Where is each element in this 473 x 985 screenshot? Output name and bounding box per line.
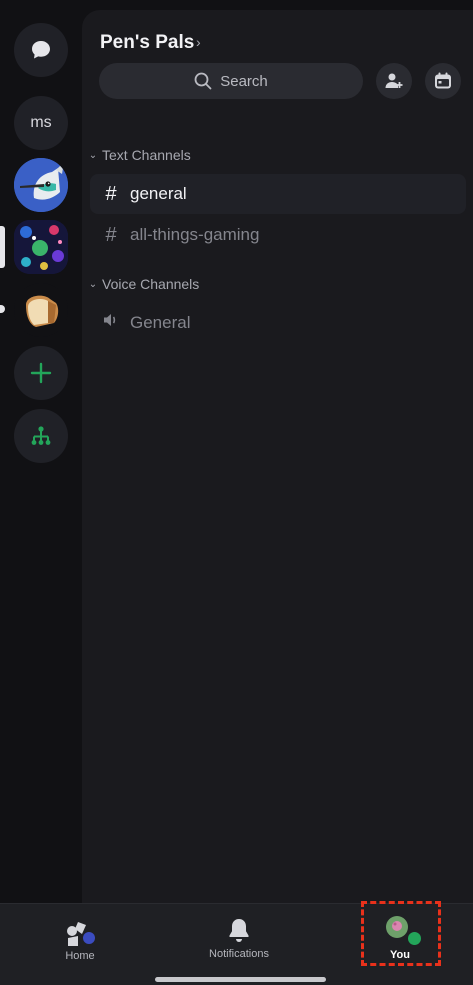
discover-servers-button[interactable] — [14, 409, 68, 463]
server-bread[interactable] — [14, 283, 68, 337]
chevron-right-icon[interactable]: › — [196, 34, 201, 50]
events-button[interactable] — [425, 63, 461, 99]
server-name[interactable]: Pen's Pals — [100, 32, 194, 54]
server-rail: ms — [0, 0, 82, 903]
category-label: Voice Channels — [102, 276, 200, 292]
bird-server-icon — [14, 158, 68, 212]
hierarchy-icon — [31, 426, 51, 445]
tab-notifications[interactable]: Notifications — [199, 904, 279, 960]
home-badge — [83, 932, 95, 944]
voice-channel-general[interactable]: General — [90, 303, 466, 343]
channel-general[interactable]: # general — [90, 174, 466, 214]
channel-panel: Pen's Pals › Search ⌄ Text Channels # ge… — [82, 10, 473, 903]
space-art-server-icon — [14, 220, 68, 274]
channel-label: General — [130, 313, 191, 332]
chevron-down-icon: ⌄ — [88, 278, 98, 290]
category-text-channels[interactable]: ⌄ Text Channels — [86, 147, 191, 163]
server-ms[interactable]: ms — [14, 96, 68, 150]
server-bird-avatar[interactable] — [14, 158, 68, 212]
tab-notifications-label: Notifications — [209, 948, 269, 960]
direct-messages-button[interactable] — [14, 23, 68, 77]
server-initials: ms — [30, 114, 52, 131]
hash-icon: # — [105, 182, 117, 205]
chat-bubble-icon — [32, 41, 50, 59]
servers-icon — [67, 922, 95, 946]
server-space-art[interactable] — [14, 220, 68, 274]
category-label: Text Channels — [102, 147, 191, 163]
speaker-icon — [100, 311, 122, 335]
channel-label: all-things-gaming — [130, 225, 260, 244]
highlight-box — [361, 901, 441, 966]
plus-icon — [30, 362, 52, 384]
home-indicator — [155, 977, 326, 982]
calendar-icon — [435, 72, 451, 89]
tab-home-label: Home — [65, 950, 95, 962]
hash-icon: # — [105, 223, 117, 246]
tab-home[interactable]: Home — [58, 904, 102, 962]
add-user-icon — [385, 73, 403, 88]
invite-members-button[interactable] — [376, 63, 412, 99]
search-label: Search — [220, 72, 268, 90]
bread-icon — [26, 295, 59, 327]
search-bar[interactable]: Search — [99, 63, 363, 99]
search-icon — [194, 72, 212, 90]
add-server-button[interactable] — [14, 346, 68, 400]
channel-label: general — [130, 184, 187, 203]
chevron-down-icon: ⌄ — [88, 149, 98, 161]
selected-server-pill — [0, 226, 5, 268]
bell-icon — [229, 919, 249, 942]
channel-all-things-gaming[interactable]: # all-things-gaming — [90, 215, 466, 255]
unread-dot — [0, 305, 5, 313]
category-voice-channels[interactable]: ⌄ Voice Channels — [86, 276, 200, 292]
